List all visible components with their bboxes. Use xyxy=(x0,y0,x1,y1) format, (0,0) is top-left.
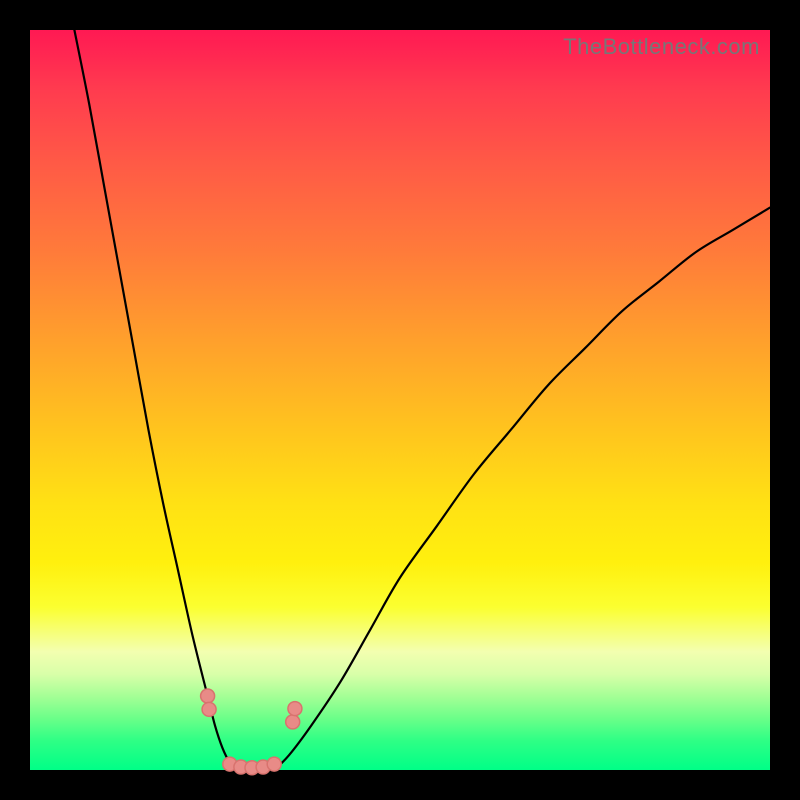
plot-area: TheBottleneck.com xyxy=(30,30,770,770)
left-upper-cluster-b-marker xyxy=(202,702,216,716)
right-upper-cluster-marker xyxy=(286,715,300,729)
chart-frame: TheBottleneck.com xyxy=(0,0,800,800)
left-upper-cluster-marker xyxy=(201,689,215,703)
chart-svg xyxy=(30,30,770,770)
right-upper-cluster-b-marker xyxy=(288,702,302,716)
right-curve xyxy=(274,208,770,770)
bottom-cluster-5-marker xyxy=(267,757,281,771)
left-curve xyxy=(74,30,237,770)
